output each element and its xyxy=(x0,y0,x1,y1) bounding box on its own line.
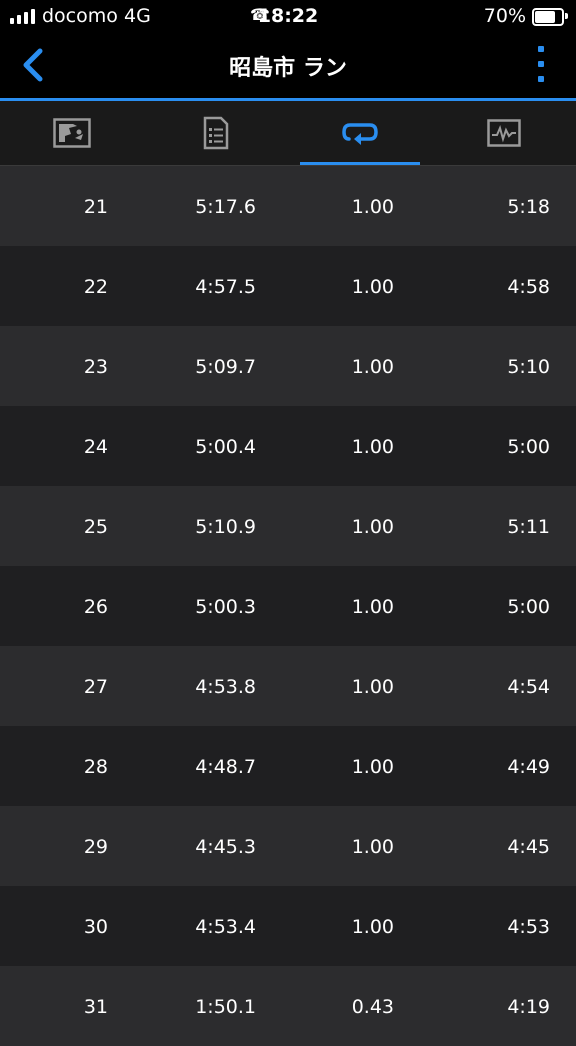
lap-distance: 1.00 xyxy=(351,596,394,618)
lap-number: 25 xyxy=(83,516,108,538)
tab-map[interactable] xyxy=(0,101,144,165)
table-row[interactable]: 21 5:17.6 1.00 5:18 xyxy=(0,166,576,246)
lap-pace: 4:19 xyxy=(507,996,550,1018)
lap-time: 5:17.6 xyxy=(195,196,256,218)
map-icon xyxy=(53,118,91,148)
table-row[interactable]: 23 5:09.7 1.00 5:10 xyxy=(0,326,576,406)
lap-pace: 5:00 xyxy=(507,596,550,618)
tab-summary[interactable] xyxy=(144,101,288,165)
laps-loop-icon xyxy=(342,123,378,145)
lap-number: 31 xyxy=(83,996,108,1018)
lap-number: 27 xyxy=(83,676,108,698)
lap-time: 4:53.8 xyxy=(195,676,256,698)
status-bar: docomo 4G ☎ 18:22 70% xyxy=(0,0,576,32)
lap-distance: 1.00 xyxy=(351,436,394,458)
lap-pace: 5:18 xyxy=(507,196,550,218)
table-row[interactable]: 22 4:57.5 1.00 4:58 xyxy=(0,246,576,326)
lap-distance: 1.00 xyxy=(351,516,394,538)
page-title: 昭島市 ラン xyxy=(229,56,347,81)
table-row[interactable]: 24 5:00.4 1.00 5:00 xyxy=(0,406,576,486)
lap-pace: 5:11 xyxy=(507,516,550,538)
lap-number: 29 xyxy=(83,836,108,858)
table-row[interactable]: 31 1:50.1 0.43 4:19 xyxy=(0,966,576,1046)
table-row[interactable]: 25 5:10.9 1.00 5:11 xyxy=(0,486,576,566)
lap-distance: 1.00 xyxy=(351,756,394,778)
lap-distance: 1.00 xyxy=(351,916,394,938)
lap-time: 4:53.4 xyxy=(195,916,256,938)
lap-time: 1:50.1 xyxy=(195,996,256,1018)
lap-time: 5:00.4 xyxy=(195,436,256,458)
tab-bar xyxy=(0,101,576,166)
lap-number: 26 xyxy=(83,596,108,618)
navigation-bar: 昭島市 ラン xyxy=(0,32,576,101)
lap-number: 30 xyxy=(83,916,108,938)
table-row[interactable]: 27 4:53.8 1.00 4:54 xyxy=(0,646,576,726)
lap-time: 5:00.3 xyxy=(195,596,256,618)
tab-laps[interactable] xyxy=(288,101,432,165)
lap-number: 21 xyxy=(83,196,108,218)
more-options-button[interactable] xyxy=(536,46,546,82)
more-dot-icon xyxy=(538,76,544,82)
table-row[interactable]: 29 4:45.3 1.00 4:45 xyxy=(0,806,576,886)
summary-document-icon xyxy=(203,116,229,150)
laps-table: 21 5:17.6 1.00 5:18 22 4:57.5 1.00 4:58 23 5:09.7… xyxy=(0,166,576,1046)
lap-distance: 1.00 xyxy=(351,196,394,218)
lap-time: 5:10.9 xyxy=(195,516,256,538)
table-row[interactable]: 26 5:00.3 1.00 5:00 xyxy=(0,566,576,646)
lap-time: 5:09.7 xyxy=(195,356,256,378)
lap-pace: 4:54 xyxy=(507,676,550,698)
lap-distance: 0.43 xyxy=(351,996,394,1018)
lap-pace: 4:58 xyxy=(507,276,550,298)
lap-distance: 1.00 xyxy=(351,836,394,858)
lap-number: 28 xyxy=(83,756,108,778)
chart-graph-icon xyxy=(487,119,521,147)
table-row[interactable]: 28 4:48.7 1.00 4:49 xyxy=(0,726,576,806)
tab-charts[interactable] xyxy=(432,101,576,165)
lap-time: 4:57.5 xyxy=(195,276,256,298)
lap-distance: 1.00 xyxy=(351,276,394,298)
table-row[interactable]: 30 4:53.4 1.00 4:53 xyxy=(0,886,576,966)
lap-pace: 4:53 xyxy=(507,916,550,938)
more-dot-icon xyxy=(538,46,544,52)
battery-percentage: 70% xyxy=(483,5,526,27)
lap-pace: 5:00 xyxy=(507,436,550,458)
lap-time: 4:48.7 xyxy=(195,756,256,778)
lap-distance: 1.00 xyxy=(351,676,394,698)
lap-number: 24 xyxy=(83,436,108,458)
lap-pace: 4:45 xyxy=(507,836,550,858)
more-dot-icon xyxy=(538,61,544,67)
lap-pace: 4:49 xyxy=(507,756,550,778)
battery-icon xyxy=(532,8,568,26)
lap-number: 22 xyxy=(83,276,108,298)
lap-pace: 5:10 xyxy=(507,356,550,378)
lap-time: 4:45.3 xyxy=(195,836,256,858)
lap-distance: 1.00 xyxy=(351,356,394,378)
lap-number: 23 xyxy=(83,356,108,378)
